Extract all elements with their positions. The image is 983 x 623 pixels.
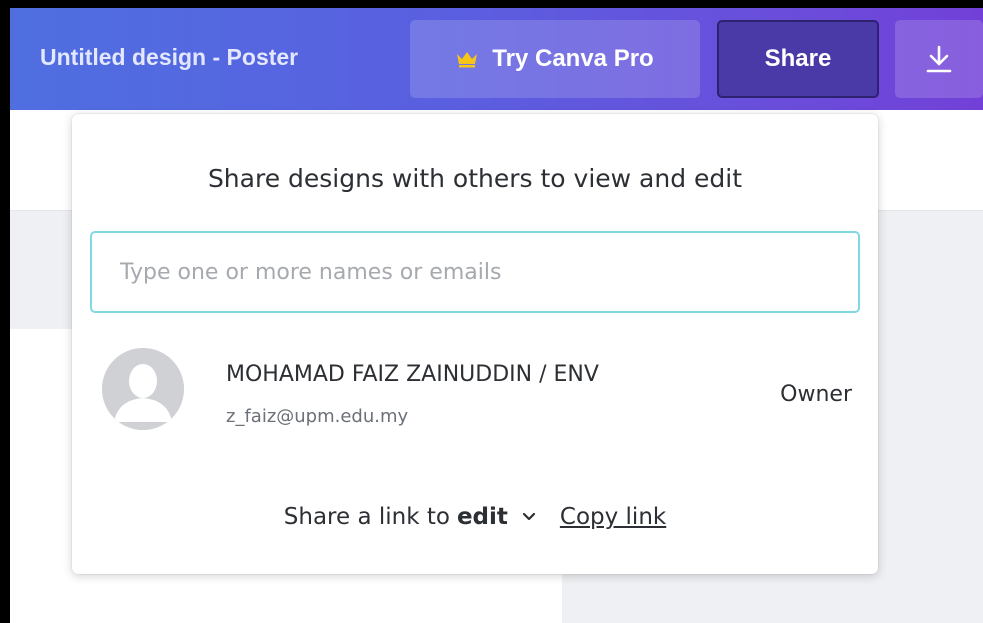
download-icon — [926, 45, 952, 73]
download-button[interactable] — [895, 20, 983, 98]
member-row: MOHAMAD FAIZ ZAINUDDIN / ENV z_faiz@upm.… — [102, 346, 852, 436]
share-heading: Share designs with others to view and ed… — [207, 164, 743, 193]
link-permission-dropdown[interactable]: edit — [457, 504, 508, 530]
share-popover: Share designs with others to view and ed… — [72, 114, 878, 574]
crown-icon — [457, 52, 478, 68]
chevron-down-icon[interactable] — [522, 512, 536, 522]
design-title[interactable]: Untitled design - Poster — [40, 44, 298, 71]
avatar — [102, 348, 184, 430]
share-link-row: Share a link to edit Copy link — [72, 504, 878, 530]
canva-window: Untitled design - Poster Try Canva Pro S… — [10, 8, 983, 623]
try-canva-pro-label: Try Canva Pro — [492, 45, 654, 72]
share-button[interactable]: Share — [717, 20, 879, 98]
share-link-prefix: Share a link to — [283, 504, 450, 530]
member-name: MOHAMAD FAIZ ZAINUDDIN / ENV — [226, 362, 599, 387]
user-placeholder-icon — [102, 348, 184, 430]
member-email: z_faiz@upm.edu.my — [226, 406, 409, 427]
member-role: Owner — [780, 382, 852, 407]
invite-input[interactable] — [90, 231, 860, 313]
try-canva-pro-button[interactable]: Try Canva Pro — [410, 20, 700, 98]
top-bar: Untitled design - Poster Try Canva Pro S… — [10, 8, 983, 110]
share-button-label: Share — [764, 45, 832, 72]
copy-link-button[interactable]: Copy link — [560, 504, 666, 530]
